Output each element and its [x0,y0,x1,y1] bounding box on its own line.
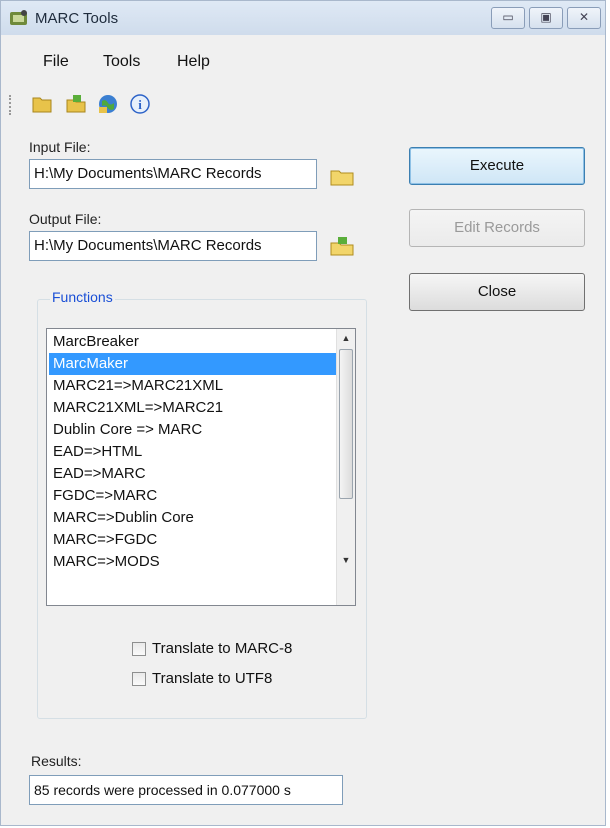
info-icon[interactable]: i [129,93,151,115]
translate-marc8-box[interactable] [132,642,146,656]
list-item-marc-to-dublin-core[interactable]: MARC=>Dublin Core [49,507,337,529]
list-item-marc21-to-marc21xml[interactable]: MARC21=>MARC21XML [49,375,337,397]
maximize-button[interactable]: ▣ [529,7,563,29]
list-item-ead-to-html[interactable]: EAD=>HTML [49,441,337,463]
output-file-label: Output File: [29,211,102,227]
close-window-button[interactable]: ✕ [567,7,601,29]
translate-marc8-label: Translate to MARC-8 [152,640,293,657]
output-file-field[interactable]: H:\My Documents\MARC Records [29,231,317,261]
functions-group-title: Functions [50,289,115,305]
toolbar: i [1,89,201,119]
list-item-marc-to-fgdc[interactable]: MARC=>FGDC [49,529,337,551]
minimize-button[interactable]: ▭ [491,7,525,29]
translate-utf8-box[interactable] [132,672,146,686]
toolbar-grip [9,95,14,115]
title-bar: MARC Tools ▭ ▣ ✕ [1,1,605,35]
browse-input-folder-icon[interactable] [329,165,355,187]
list-item-marcbreaker[interactable]: MarcBreaker [49,331,337,353]
menu-help[interactable]: Help [177,53,210,71]
app-icon [10,10,27,25]
scroll-thumb[interactable] [339,349,353,499]
input-file-field[interactable]: H:\My Documents\MARC Records [29,159,317,189]
globe-icon[interactable] [97,93,119,115]
svg-text:i: i [138,97,142,112]
marc-tools-window: MARC Tools ▭ ▣ ✕ File Tools Help i Input… [0,0,606,826]
scroll-down-icon[interactable]: ▼ [337,551,355,569]
edit-records-button[interactable]: Edit Records [409,209,585,247]
list-item-marc21xml-to-marc21[interactable]: MARC21XML=>MARC21 [49,397,337,419]
save-folder-icon[interactable] [65,93,87,115]
functions-group: Functions MarcBreaker MarcMaker MARC21=>… [37,289,367,719]
list-item-fgdc-to-marc[interactable]: FGDC=>MARC [49,485,337,507]
execute-button[interactable]: Execute [409,147,585,185]
browse-output-folder-icon[interactable] [329,235,355,257]
translate-utf8-label: Translate to UTF8 [152,670,273,687]
list-item-ead-to-marc[interactable]: EAD=>MARC [49,463,337,485]
results-field[interactable]: 85 records were processed in 0.077000 s [29,775,343,805]
list-item-marc-to-mods[interactable]: MARC=>MODS [49,551,337,573]
input-file-label: Input File: [29,139,91,155]
list-item-marcmaker[interactable]: MarcMaker [49,353,337,375]
window-title: MARC Tools [35,10,119,27]
open-folder-icon[interactable] [31,93,53,115]
menu-tools[interactable]: Tools [103,53,140,71]
scroll-up-icon[interactable]: ▲ [337,329,355,347]
functions-listbox[interactable]: MarcBreaker MarcMaker MARC21=>MARC21XML … [46,328,356,606]
list-item-dublin-core-to-marc[interactable]: Dublin Core => MARC [49,419,337,441]
close-button[interactable]: Close [409,273,585,311]
functions-scrollbar[interactable]: ▲ ▼ [336,329,355,605]
menu-file[interactable]: File [43,53,69,71]
results-label: Results: [31,753,82,769]
